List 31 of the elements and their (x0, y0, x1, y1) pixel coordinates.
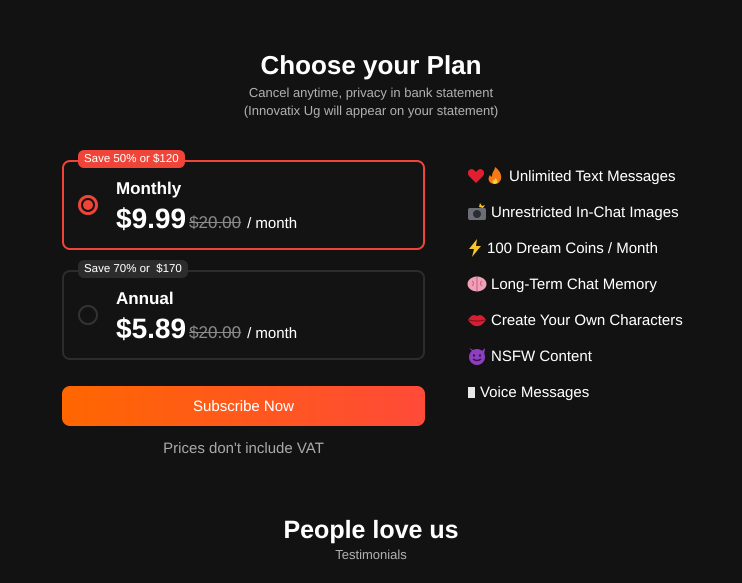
price-period: / month (247, 215, 298, 232)
section-title: People love us (283, 515, 459, 545)
feature-item: Create Your Own Characters (491, 312, 683, 328)
plan-name: Annual (116, 289, 175, 309)
feature-item: Long-Term Chat Memory (491, 276, 657, 292)
lightning-icon (467, 239, 483, 257)
feature-item: Voice Messages (480, 384, 590, 400)
plan-price: $9.99 (116, 203, 186, 235)
vat-note: Prices don't include VAT (162, 440, 325, 457)
square-icon (467, 386, 476, 398)
radio-button[interactable] (78, 305, 98, 325)
page-title: Choose your Plan (260, 50, 482, 80)
discount-badge: Save 50% or $120 (78, 150, 185, 168)
feature-item: Unrestricted In-Chat Images (491, 204, 679, 220)
original-price: $20.00 (189, 213, 242, 233)
feature-item: Unlimited Text Messages (509, 168, 676, 184)
subtitle: Cancel anytime, privacy in bank statement (248, 84, 494, 102)
radio-button[interactable] (78, 195, 98, 215)
plan-name: Monthly (116, 179, 182, 199)
camera-flash-icon (467, 203, 487, 221)
price-period: / month (247, 325, 298, 342)
devil-face-icon (467, 347, 487, 365)
lips-icon (467, 312, 487, 328)
section-subtitle: Testimonials (335, 547, 407, 562)
feature-item: NSFW Content (491, 348, 592, 364)
plan-price: $5.89 (116, 313, 186, 345)
brain-icon (467, 275, 487, 293)
original-price: $20.00 (189, 323, 242, 343)
feature-item: 100 Dream Coins / Month (487, 240, 658, 256)
statement-note: (Innovatix Ug will appear on your statement) (244, 102, 498, 120)
discount-badge: Save 70% or $170 (78, 260, 188, 278)
